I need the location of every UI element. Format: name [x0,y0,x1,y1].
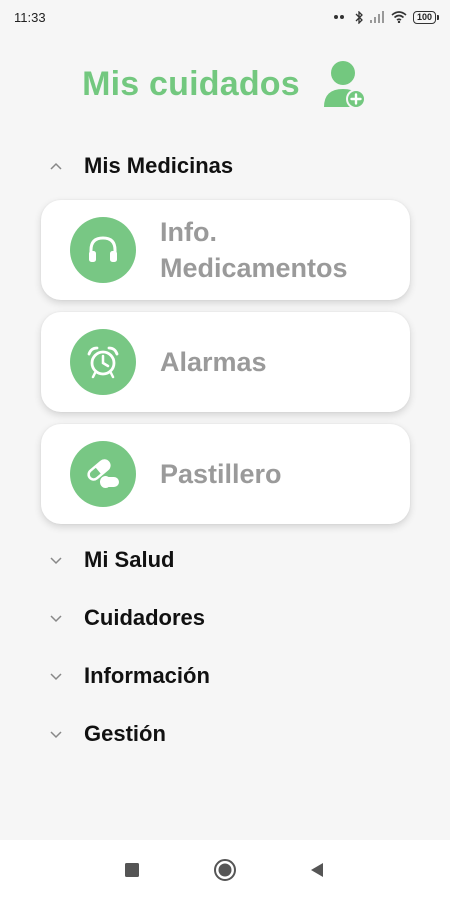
card-icon-circle [70,329,136,395]
card-pastillero[interactable]: Pastillero [41,424,410,524]
dots-icon [333,14,349,20]
chevron-down-icon [50,673,62,681]
app-title: Mis cuidados [82,64,300,103]
square-icon[interactable] [122,860,142,880]
section-label: Información [84,663,210,688]
chevron-up-icon [50,162,62,170]
card-label: Info. Medicamentos [160,217,348,283]
section-cuidadores[interactable]: Cuidadores [0,598,450,638]
card-icon-circle [70,217,136,283]
card-info-medicamentos[interactable]: Info. Medicamentos [41,200,410,300]
home-circle-icon[interactable] [213,858,237,882]
section-label: Mis Medicinas [84,153,234,178]
section-label: Mi Salud [84,547,175,572]
status-icons: 100 [333,10,440,24]
section-mis-medicinas[interactable]: Mis Medicinas [0,146,450,186]
bluetooth-icon [355,10,363,24]
alarm-clock-icon [87,346,119,379]
card-alarmas[interactable]: Alarmas [41,312,410,412]
headphones-icon [89,236,117,262]
chevron-down-icon [50,731,62,739]
status-time: 11:33 [14,9,46,25]
battery-indicator: 100 [412,10,440,24]
wifi-icon [391,11,407,23]
card-icon-circle [70,441,136,507]
section-informacion[interactable]: Información [0,656,450,696]
pills-icon [87,459,119,488]
back-triangle-icon[interactable] [307,860,327,880]
section-gestion[interactable]: Gestión [0,714,450,754]
user-plus-icon[interactable] [322,57,368,111]
chevron-down-icon [50,615,62,623]
navigation-bar [0,840,450,900]
section-mi-salud[interactable]: Mi Salud [0,540,450,580]
status-bar: 11:33 100 [0,0,450,34]
section-label: Gestión [84,721,166,746]
chevron-down-icon [50,557,62,565]
section-label: Cuidadores [84,605,206,630]
header: Mis cuidados [0,54,450,114]
card-label: Pastillero [160,459,282,489]
signal-icon [369,11,385,23]
card-label: Alarmas [160,347,267,377]
